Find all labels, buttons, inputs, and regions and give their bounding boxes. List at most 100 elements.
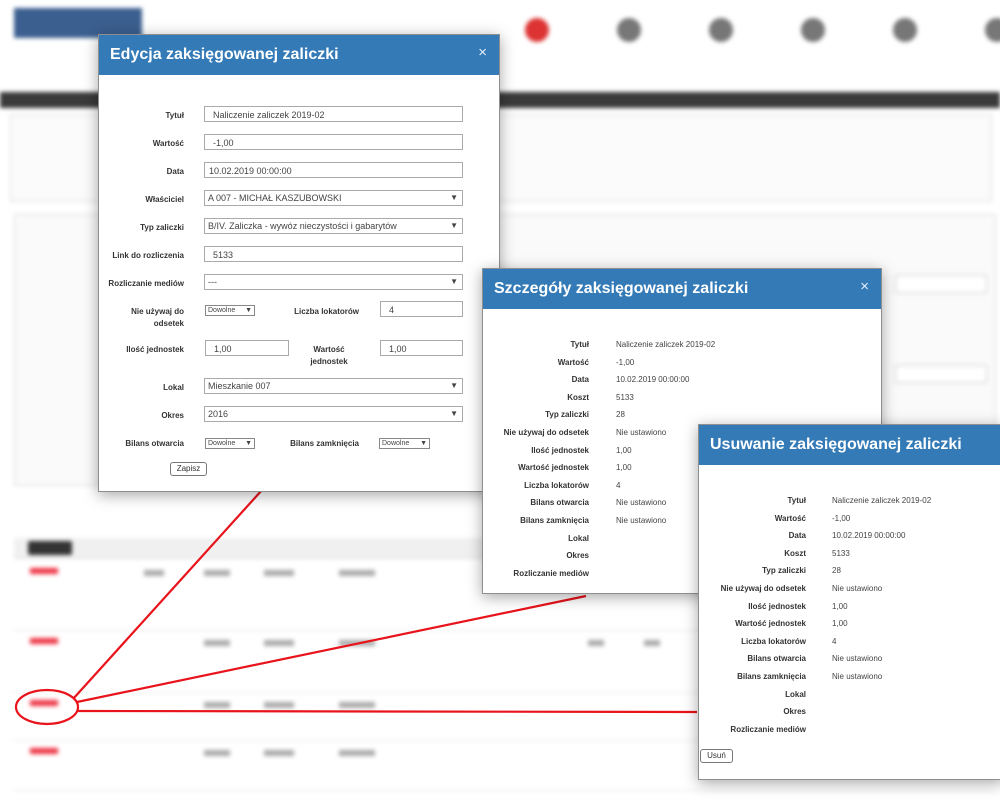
- detail-value: Nie ustawiono: [832, 654, 883, 664]
- table-cell: [339, 640, 375, 646]
- table-cell: [264, 640, 294, 646]
- delete-advance-modal: Usuwanie zaksięgowanej zaliczki Tytuł Nal…: [698, 424, 1000, 780]
- detail-key: Wartość: [557, 357, 589, 367]
- no-interest-label-line2: odsetek: [153, 319, 184, 328]
- detail-key: Ilość jednostek: [748, 601, 806, 611]
- nav-icon: [617, 18, 641, 42]
- detail-key: Bilans zamknięcia: [520, 516, 589, 525]
- detail-row: Data 10.02.2019 00:00:00: [699, 531, 1000, 548]
- table-cell: [144, 570, 164, 576]
- detail-row: Wartość jednostek 1,00: [699, 619, 1000, 636]
- close-icon[interactable]: ×: [478, 44, 487, 61]
- detail-row: Okres: [699, 707, 1000, 724]
- detail-key: Nie używaj do odsetek: [720, 584, 806, 593]
- detail-key: Liczba lokatorów: [524, 480, 589, 490]
- detail-value: 10.02.2019 00:00:00: [616, 375, 690, 385]
- detail-key: Okres: [783, 707, 806, 717]
- detail-key: Koszt: [567, 392, 589, 402]
- detail-value: 1,00: [832, 619, 848, 629]
- detail-value: Naliczenie zaliczek 2019-02: [616, 340, 716, 349]
- detail-value: 1,00: [616, 445, 632, 455]
- table-cell: [339, 570, 375, 576]
- detail-key: Tytuł: [787, 496, 806, 505]
- media-settlement-select[interactable]: --- ▼: [204, 274, 463, 290]
- nav-icon: [709, 18, 733, 42]
- unit-value-input[interactable]: 1,00: [380, 340, 463, 356]
- delete-button[interactable]: Usuń: [700, 749, 733, 763]
- filter-field: [895, 365, 987, 383]
- table-cell: [204, 702, 230, 708]
- opening-balance-select[interactable]: Dowolne ▼: [205, 438, 255, 449]
- unit-value-label-line2: jednostek: [310, 357, 348, 366]
- nav-item: [776, 18, 850, 52]
- table-cell: [264, 570, 294, 576]
- owner-label: Właściciel: [145, 195, 184, 204]
- premises-select[interactable]: Mieszkanie 007 ▼: [204, 378, 463, 394]
- detail-value: Naliczenie zaliczek 2019-02: [832, 496, 932, 505]
- closing-balance-label: Bilans zamknięcia: [290, 439, 359, 448]
- advance-type-label: Typ zaliczki: [140, 223, 184, 232]
- detail-value: Nie ustawiono: [616, 498, 667, 508]
- period-select[interactable]: 2016 ▼: [204, 406, 463, 422]
- filter-field: [895, 275, 987, 293]
- no-interest-label-line1: Nie używaj do: [131, 307, 184, 316]
- detail-key: Typ zaliczki: [762, 566, 806, 576]
- chevron-down-icon: ▼: [245, 307, 252, 314]
- chevron-down-icon: ▼: [450, 193, 458, 202]
- detail-value: 5133: [832, 548, 850, 558]
- title-label: Tytuł: [165, 111, 184, 120]
- advance-type-select-value: B/IV. Zaliczka - wywóz nieczystości i ga…: [208, 221, 397, 231]
- detail-row: Lokal: [699, 690, 1000, 707]
- detail-value: 5133: [616, 392, 634, 402]
- closing-balance-select-value: Dowolne: [382, 440, 410, 447]
- row-action-links: [30, 638, 58, 644]
- chevron-down-icon: ▼: [420, 440, 427, 447]
- detail-row: Ilość jednostek 1,00: [699, 602, 1000, 619]
- detail-key: Ilość jednostek: [531, 445, 589, 455]
- value-input[interactable]: -1,00: [204, 134, 463, 150]
- detail-row: Tytuł Naliczenie zaliczek 2019-02: [699, 496, 1000, 513]
- settlement-link-input[interactable]: 5133: [204, 246, 463, 262]
- unit-count-input[interactable]: 1,00: [205, 340, 289, 356]
- detail-key: Wartość: [774, 513, 806, 523]
- table-cell: [204, 570, 230, 576]
- table-cell: [588, 640, 604, 646]
- detail-key: Rozliczanie mediów: [513, 568, 589, 578]
- closing-balance-select[interactable]: Dowolne ▼: [379, 438, 430, 449]
- detail-row: Nie używaj do odsetek Nie ustawiono: [699, 584, 1000, 601]
- table-cell: [264, 702, 294, 708]
- save-button[interactable]: Zapisz: [170, 462, 207, 476]
- close-icon[interactable]: ×: [860, 278, 869, 295]
- chevron-down-icon: ▼: [450, 277, 458, 286]
- nav-icon: [525, 18, 549, 42]
- no-interest-select-value: Dowolne: [208, 307, 236, 314]
- detail-value: -1,00: [616, 357, 635, 367]
- nav-icon: [985, 18, 1000, 42]
- detail-key: Bilans otwarcia: [747, 654, 806, 664]
- nav-icon: [801, 18, 825, 42]
- modal-header: Usuwanie zaksięgowanej zaliczki: [699, 425, 1000, 465]
- advance-type-select[interactable]: B/IV. Zaliczka - wywóz nieczystości i ga…: [204, 218, 463, 234]
- detail-key: Wartość jednostek: [735, 619, 806, 629]
- owner-select[interactable]: A 007 - MICHAŁ KASZUBOWSKI ▼: [204, 190, 463, 206]
- row-action-links: [30, 700, 58, 706]
- detail-row: Wartość -1,00: [699, 514, 1000, 531]
- date-input[interactable]: 10.02.2019 00:00:00: [204, 162, 463, 178]
- detail-key: Lokal: [568, 533, 589, 543]
- detail-key: Lokal: [785, 689, 806, 699]
- detail-row: Liczba lokatorów 4: [699, 637, 1000, 654]
- table-cell: [339, 750, 375, 756]
- tenant-count-input[interactable]: 4: [380, 301, 463, 317]
- table-cell: [204, 640, 230, 646]
- modal-title: Szczegóły zaksięgowanej zaliczki: [494, 280, 749, 297]
- nav-item: [592, 18, 666, 52]
- title-input[interactable]: Naliczenie zaliczek 2019-02: [204, 106, 463, 122]
- table-cell: [204, 750, 230, 756]
- detail-value: Nie ustawiono: [616, 516, 667, 525]
- detail-key: Data: [571, 375, 589, 385]
- no-interest-select[interactable]: Dowolne ▼: [205, 305, 255, 316]
- detail-row: Tytuł Naliczenie zaliczek 2019-02: [483, 340, 881, 357]
- premises-label: Lokal: [163, 383, 184, 392]
- detail-row: Wartość -1,00: [483, 358, 881, 375]
- chevron-down-icon: ▼: [450, 381, 458, 390]
